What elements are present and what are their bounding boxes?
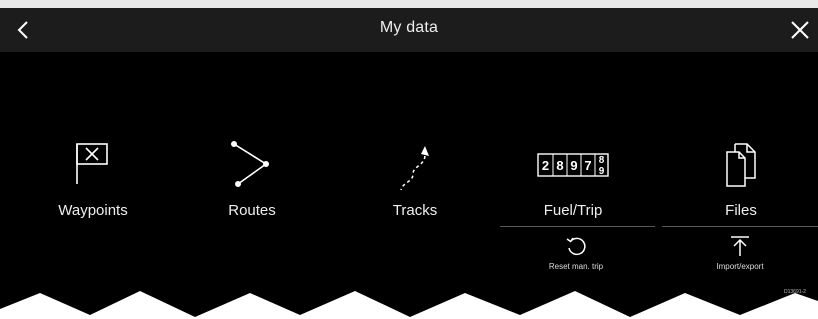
counter-digit: 2: [542, 158, 549, 173]
routes-tile[interactable]: Routes: [177, 132, 327, 232]
reset-icon: [506, 234, 646, 258]
files-icon: [666, 140, 816, 188]
waypoints-tile[interactable]: Waypoints: [18, 132, 168, 232]
counter-rolling-digit: 8: [599, 155, 605, 166]
files-label: Files: [725, 202, 757, 219]
files-tile[interactable]: Files: [666, 132, 816, 232]
track-icon: [340, 140, 490, 191]
fuel-trip-divider: [500, 226, 655, 227]
torn-edge: [0, 291, 818, 319]
top-margin-strip: [0, 0, 818, 8]
import-export-label: Import/export: [716, 262, 764, 271]
title-bar: My data: [0, 8, 818, 52]
import-export-icon: [670, 234, 810, 258]
tracks-tile[interactable]: Tracks: [340, 132, 490, 232]
reset-manual-trip-button[interactable]: Reset man. trip: [506, 234, 646, 280]
trip-counter-icon: 2 8 9 7 8 9: [498, 140, 648, 188]
counter-rolling-digit: 9: [599, 166, 605, 177]
waypoint-flag-icon: [18, 140, 168, 188]
close-button[interactable]: [788, 18, 812, 42]
fuel-trip-label: Fuel/Trip: [543, 202, 603, 219]
counter-digit: 8: [556, 158, 563, 173]
routes-label: Routes: [228, 202, 276, 219]
route-icon: [177, 140, 327, 188]
counter-digit: 9: [570, 158, 577, 173]
import-export-button[interactable]: Import/export: [670, 234, 810, 280]
fuel-trip-tile[interactable]: 2 8 9 7 8 9 Fuel/Trip: [498, 132, 648, 232]
reset-manual-trip-label: Reset man. trip: [548, 262, 604, 271]
tracks-label: Tracks: [392, 202, 438, 219]
close-icon: [791, 21, 809, 39]
files-divider: [662, 226, 818, 227]
page-title: My data: [379, 19, 439, 36]
waypoints-label: Waypoints: [58, 202, 128, 219]
counter-digit: 7: [584, 158, 591, 173]
my-data-screen: My data Waypoints Routes Tracks 2 8 9 7 …: [0, 8, 818, 319]
